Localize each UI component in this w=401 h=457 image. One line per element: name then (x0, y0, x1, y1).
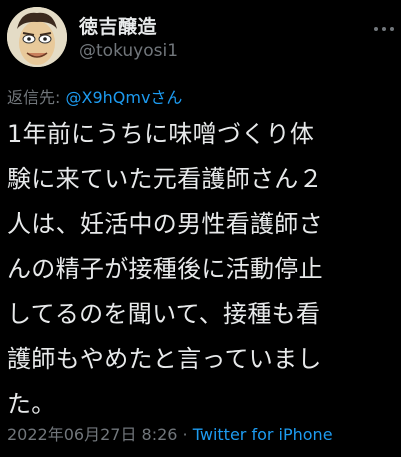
tweet-text: 1年前にうちに味噌づくり体 験に来ていた元看護師さん２ 人は、妊活中の男性看護師… (7, 112, 397, 427)
reply-context: 返信先: @X9hQmvさん (7, 84, 182, 108)
reply-mention-link[interactable]: @X9hQmvさん (65, 88, 182, 107)
tweet-text-line: 護師もやめたと言っていまし (7, 345, 322, 373)
tweet-text-line: んの精子が接種後に活動停止 (7, 255, 323, 283)
tweet-text-line: 人は、妊活中の男性看護師さ (7, 210, 323, 238)
display-name[interactable]: 徳吉醸造 (79, 12, 157, 39)
tweet-text-line: してるのを聞いて、接種も看 (7, 300, 321, 328)
source-link[interactable]: Twitter for iPhone (193, 425, 333, 444)
tweet-meta: 2022年06月27日 8:26 · Twitter for iPhone (7, 421, 333, 445)
timestamp-link[interactable]: 2022年06月27日 8:26 (7, 425, 177, 444)
user-handle[interactable]: @tokuyosi1 (79, 41, 178, 61)
tweet-text-line: 1年前にうちに味噌づくり体 (7, 120, 315, 148)
user-avatar-icon[interactable] (7, 7, 67, 67)
more-options-icon[interactable] (373, 27, 395, 33)
tweet: 徳吉醸造 @tokuyosi1 返信先: @X9hQmvさん 1年前にうちに味噌… (0, 0, 401, 457)
reply-prefix: 返信先: (7, 88, 66, 107)
tweet-text-line: 験に来ていた元看護師さん２ (7, 165, 323, 193)
meta-separator: · (177, 425, 193, 444)
